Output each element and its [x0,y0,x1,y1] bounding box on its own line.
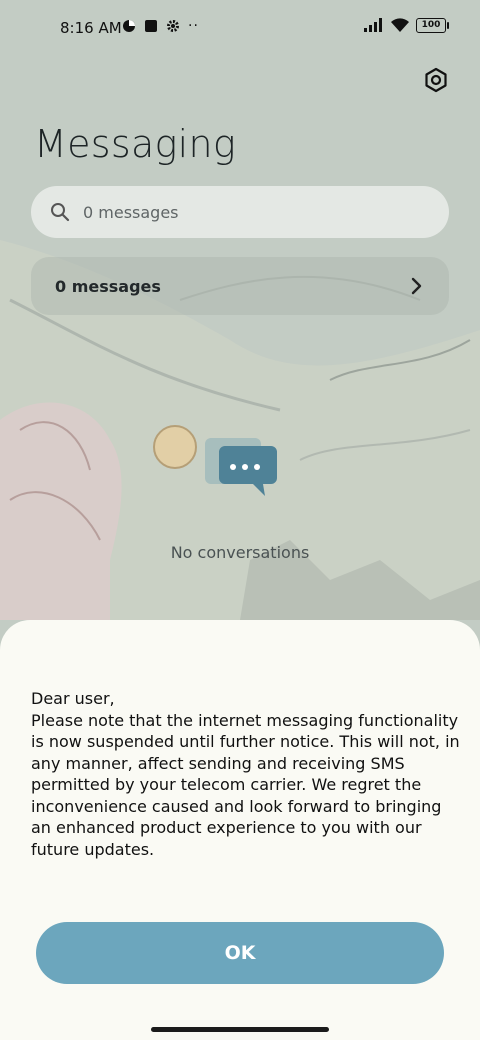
app-notification-icon [145,20,157,32]
signal-icon [364,18,382,32]
status-left-icons: ·· [122,18,199,34]
search-input[interactable]: 0 messages [83,203,179,222]
home-indicator[interactable] [151,1027,329,1032]
data-saver-icon [123,20,135,32]
dialog-body: Please note that the internet messaging … [31,710,460,859]
settings-button[interactable] [418,62,454,98]
notice-dialog-text: Dear user, Please note that the internet… [31,688,461,860]
battery-icon: 100 [416,17,449,33]
status-bar: 8:16 AM ·· 100 [0,0,480,56]
dialog-greeting: Dear user, [31,689,115,708]
search-bar[interactable]: 0 messages [31,186,449,238]
empty-state-text: No conversations [170,543,310,562]
chevron-right-icon [411,277,422,295]
wifi-icon [391,18,409,32]
empty-conversations-icon [205,438,277,496]
search-icon [49,201,71,223]
settings-icon [425,67,447,93]
ok-button[interactable]: OK [36,922,444,984]
messages-summary-label: 0 messages [55,276,161,296]
status-time: 8:16 AM [60,19,122,37]
settings-notification-icon [167,20,179,32]
messages-summary-row[interactable]: 0 messages [31,257,449,315]
page-title: Messaging [34,122,236,166]
status-right-icons: 100 [364,17,449,33]
more-notifications-icon: ·· [188,18,199,34]
